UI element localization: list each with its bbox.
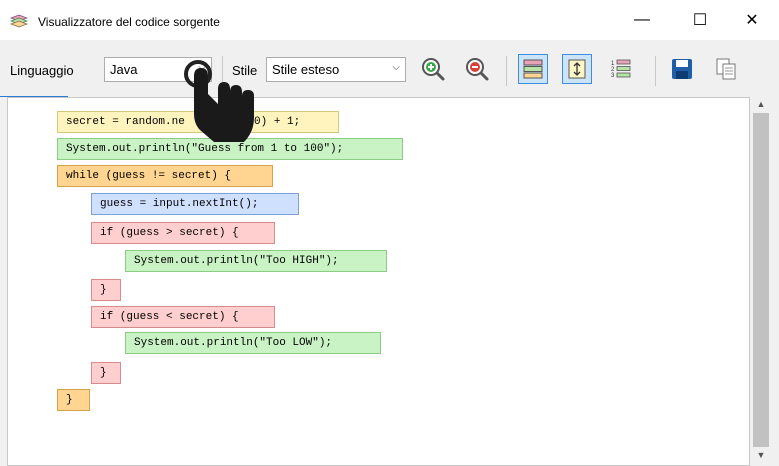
code-block-if-open[interactable]: if (guess < secret) {	[91, 306, 275, 328]
source-viewer-window: Visualizzatore del codice sorgente — ☐ ✕…	[0, 0, 779, 466]
block-view-toggle[interactable]	[518, 54, 548, 84]
minimize-icon: —	[634, 11, 650, 28]
save-button[interactable]	[667, 54, 697, 84]
code-text: while (guess != secret) {	[66, 170, 232, 182]
close-button[interactable]: ✕	[729, 0, 775, 40]
fit-height-toggle[interactable]	[562, 54, 592, 84]
code-text: System.out.println("Guess from 1 to 100"…	[66, 143, 344, 155]
code-block-if-close[interactable]: }	[91, 279, 121, 301]
code-text: if (guess > secret) {	[100, 227, 239, 239]
code-text: if (guess < secret) {	[100, 311, 239, 323]
code-block-output[interactable]: System.out.println("Too LOW");	[125, 332, 381, 354]
code-block-loop-close[interactable]: }	[57, 389, 90, 411]
code-block-loop-open[interactable]: while (guess != secret) {	[57, 165, 273, 187]
code-canvas[interactable]: secret = random.ne 100) + 1; System.out.p…	[7, 97, 750, 466]
code-text: System.out.println("Too HIGH");	[134, 255, 339, 267]
zoom-in-icon	[422, 58, 445, 81]
code-block-output[interactable]: System.out.println("Too HIGH");	[125, 250, 387, 272]
code-block-if-open[interactable]: if (guess > secret) {	[91, 222, 275, 244]
block-view-icon	[523, 59, 543, 79]
code-text: guess = input.nextInt();	[100, 198, 259, 210]
language-label: Linguaggio	[10, 63, 74, 78]
code-block-input[interactable]: guess = input.nextInt();	[91, 193, 299, 215]
code-block-if-close[interactable]: }	[91, 362, 121, 384]
title-bar: Visualizzatore del codice sorgente — ☐ ✕	[0, 0, 779, 40]
maximize-button[interactable]: ☐	[677, 0, 723, 40]
vertical-scrollbar[interactable]: ▲ ▼	[750, 97, 772, 466]
numbered-list-icon: 1 2 3	[611, 59, 631, 79]
code-text: }	[100, 367, 107, 379]
window-title: Visualizzatore del codice sorgente	[38, 15, 220, 29]
fit-height-icon	[568, 59, 586, 79]
zoom-in-button[interactable]	[418, 54, 448, 84]
minimize-button[interactable]: —	[619, 0, 665, 40]
copy-button[interactable]	[711, 54, 741, 84]
copy-icon	[716, 58, 736, 80]
save-icon	[672, 59, 692, 79]
style-select[interactable]: Stile esteso ⌵	[266, 57, 406, 82]
zoom-out-button[interactable]	[462, 54, 492, 84]
close-icon: ✕	[745, 12, 759, 29]
chevron-down-icon: ⌵	[392, 62, 400, 73]
scrollbar-thumb[interactable]	[753, 113, 769, 447]
app-logo-icon	[10, 14, 28, 28]
zoom-out-icon	[466, 58, 489, 81]
code-text: secret = random.ne	[66, 116, 185, 128]
toolbar-divider	[506, 56, 507, 86]
code-text: }	[66, 394, 73, 406]
svg-text:3: 3	[611, 73, 615, 79]
maximize-icon: ☐	[692, 12, 708, 29]
pointer-hand-icon	[184, 60, 254, 142]
toolbar-divider	[655, 56, 656, 86]
code-text: System.out.println("Too LOW");	[134, 337, 333, 349]
code-text: }	[100, 284, 107, 296]
scroll-down-icon[interactable]: ▼	[750, 450, 772, 464]
language-select-value: Java	[110, 62, 138, 77]
style-select-value: Stile esteso	[272, 62, 340, 77]
scroll-up-icon[interactable]: ▲	[750, 99, 772, 113]
numbered-lines-button[interactable]: 1 2 3	[606, 54, 636, 84]
